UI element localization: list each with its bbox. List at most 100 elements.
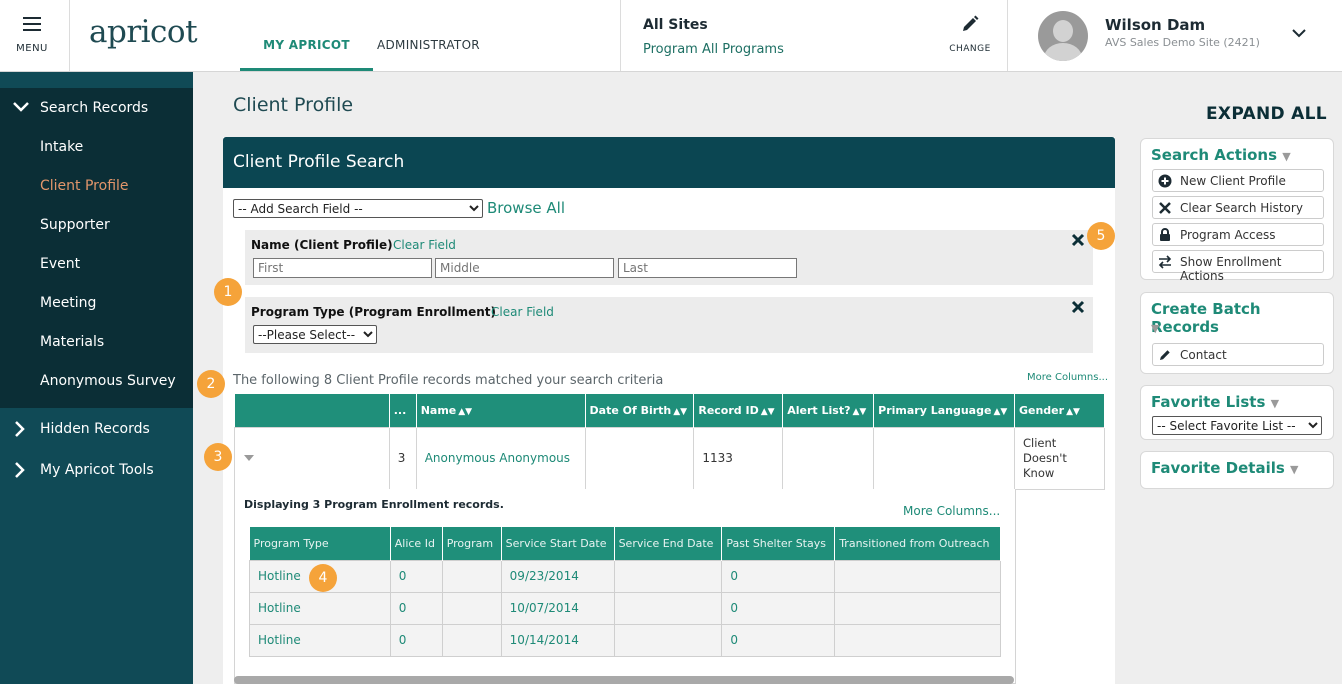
clear-field-link[interactable]: Clear Field <box>491 305 554 319</box>
create-batch-records-title[interactable]: Create Batch Records <box>1151 300 1333 336</box>
client-name-link[interactable]: Anonymous Anonymous <box>415 426 586 490</box>
table-cell: 10/14/2014 <box>500 623 615 657</box>
lock-icon <box>1160 228 1170 241</box>
callout-badge-4: 4 <box>309 564 337 592</box>
program-type-link[interactable]: Hotline <box>249 591 391 625</box>
tab-my-apricot[interactable]: MY APRICOT <box>240 38 373 71</box>
apricot-logo[interactable]: apricot <box>89 14 198 50</box>
column-header <box>234 394 390 427</box>
table-row[interactable]: Hotline 0 10/14/2014 0 <box>249 623 1001 657</box>
table-cell <box>613 623 723 657</box>
plus-circle-icon <box>1158 174 1172 188</box>
horizontal-scrollbar[interactable] <box>234 676 1014 684</box>
sort-icon: ▲▼ <box>852 406 867 417</box>
column-header-name[interactable]: Name ▲▼ <box>416 394 586 427</box>
close-icon[interactable] <box>1071 300 1085 314</box>
chevron-down-icon[interactable] <box>1291 27 1307 39</box>
table-row[interactable]: Hotline 0 10/07/2014 0 <box>249 591 1001 625</box>
table-cell <box>441 559 502 593</box>
table-cell: 10/07/2014 <box>500 591 615 625</box>
sort-icon: ▲▼ <box>1066 406 1080 417</box>
triangle-down-icon[interactable]: ▼ <box>1151 322 1159 335</box>
table-cell: 0 <box>721 559 836 593</box>
search-actions-title[interactable]: Search Actions ▼ <box>1151 146 1291 164</box>
more-columns-link[interactable]: More Columns... <box>903 504 1000 518</box>
middle-name-input[interactable] <box>435 258 614 278</box>
triangle-down-icon[interactable] <box>243 454 255 462</box>
language-cell <box>873 426 1015 490</box>
program-type-select[interactable]: --Please Select-- <box>253 325 377 344</box>
panel-title: Client Profile Search <box>233 152 405 172</box>
chevron-right-icon[interactable] <box>12 461 26 479</box>
column-header: Service Start Date <box>501 527 615 560</box>
search-actions-panel: Search Actions ▼ New Client Profile Clea… <box>1140 138 1334 283</box>
record-id-cell: 1133 <box>693 426 784 490</box>
top-bar: MENU apricot MY APRICOT ADMINISTRATOR Al… <box>0 0 1342 72</box>
expand-row-cell[interactable] <box>234 426 390 490</box>
table-row[interactable]: Hotline 0 09/23/2014 0 <box>249 559 1001 593</box>
chevron-down-icon[interactable] <box>12 100 30 114</box>
chevron-right-icon[interactable] <box>12 420 26 438</box>
avatar[interactable] <box>1038 11 1088 61</box>
hamburger-icon <box>23 17 41 35</box>
callout-badge-1: 1 <box>214 278 242 306</box>
column-header: Transitioned from Outreach <box>834 527 1001 560</box>
clear-search-history-button[interactable]: Clear Search History <box>1152 196 1324 219</box>
clear-field-link[interactable]: Clear Field <box>393 238 456 252</box>
tab-administrator[interactable]: ADMINISTRATOR <box>377 38 480 52</box>
panel-header: Client Profile Search <box>223 137 1115 188</box>
sidebar-item-event[interactable]: Event <box>40 256 80 272</box>
callout-badge-5: 5 <box>1087 222 1115 250</box>
more-columns-link[interactable]: More Columns... <box>1027 372 1108 383</box>
column-header: Program Type <box>249 527 391 560</box>
column-header-alert-list[interactable]: Alert List? ▲▼ <box>782 394 875 427</box>
sidebar-item-intake[interactable]: Intake <box>40 139 83 155</box>
enrollment-table: Program Type Alice Id Program Service St… <box>249 527 1001 657</box>
sidebar-item-anonymous-survey[interactable]: Anonymous Survey <box>40 373 176 389</box>
first-name-input[interactable] <box>253 258 432 278</box>
contact-batch-button[interactable]: Contact <box>1152 343 1324 366</box>
table-cell <box>613 559 723 593</box>
add-search-field-select[interactable]: -- Add Search Field -- <box>233 199 483 218</box>
site-program: Program All Programs <box>643 42 784 57</box>
change-button[interactable]: CHANGE <box>945 14 995 54</box>
sidebar-group-hidden-records[interactable]: Hidden Records <box>40 421 150 437</box>
user-name: Wilson Dam <box>1105 16 1206 34</box>
triangle-down-icon: ▼ <box>1282 150 1291 163</box>
menu-button[interactable]: MENU <box>0 0 70 71</box>
column-header: Service End Date <box>614 527 723 560</box>
favorite-lists-title[interactable]: Favorite Lists ▼ <box>1151 393 1279 411</box>
dob-cell <box>584 426 695 490</box>
table-cell: 0 <box>721 623 836 657</box>
favorite-details-title[interactable]: Favorite Details ▼ <box>1151 459 1299 477</box>
table-cell: 0 <box>721 591 836 625</box>
table-cell: 09/23/2014 <box>500 559 615 593</box>
table-cell <box>441 591 502 625</box>
program-access-button[interactable]: Program Access <box>1152 223 1324 246</box>
favorite-list-select[interactable]: -- Select Favorite List -- <box>1152 416 1322 435</box>
gender-cell: Client Doesn't Know <box>1013 426 1106 490</box>
table-cell <box>613 591 723 625</box>
show-enrollment-actions-button[interactable]: Show Enrollment Actions <box>1152 250 1324 283</box>
sidebar-group-my-apricot-tools[interactable]: My Apricot Tools <box>40 462 154 478</box>
column-header: Alice Id <box>390 527 443 560</box>
last-name-input[interactable] <box>618 258 797 278</box>
change-label: CHANGE <box>949 44 991 54</box>
sidebar-item-meeting[interactable]: Meeting <box>40 295 96 311</box>
sort-icon: ▲▼ <box>673 406 688 417</box>
column-header-gender[interactable]: Gender ▲▼ <box>1014 394 1106 427</box>
enrollment-count-text: Displaying 3 Program Enrollment records. <box>244 498 504 511</box>
column-header-language[interactable]: Primary Language ▲▼ <box>873 394 1015 427</box>
sidebar-item-materials[interactable]: Materials <box>40 334 104 350</box>
sidebar-item-supporter[interactable]: Supporter <box>40 217 110 233</box>
expand-all-button[interactable]: EXPAND ALL <box>1206 104 1327 124</box>
program-type-link[interactable]: Hotline <box>249 623 391 657</box>
column-header-record-id[interactable]: Record ID ▲▼ <box>693 394 784 427</box>
new-client-profile-button[interactable]: New Client Profile <box>1152 169 1324 192</box>
sidebar-group-search-records[interactable]: Search Records <box>40 100 148 116</box>
column-header-dob[interactable]: Date Of Birth ▲▼ <box>585 394 695 427</box>
close-icon[interactable] <box>1071 233 1085 247</box>
swap-arrows-icon <box>1158 255 1172 269</box>
sidebar-item-client-profile[interactable]: Client Profile <box>40 178 129 194</box>
browse-all-link[interactable]: Browse All <box>487 199 565 217</box>
